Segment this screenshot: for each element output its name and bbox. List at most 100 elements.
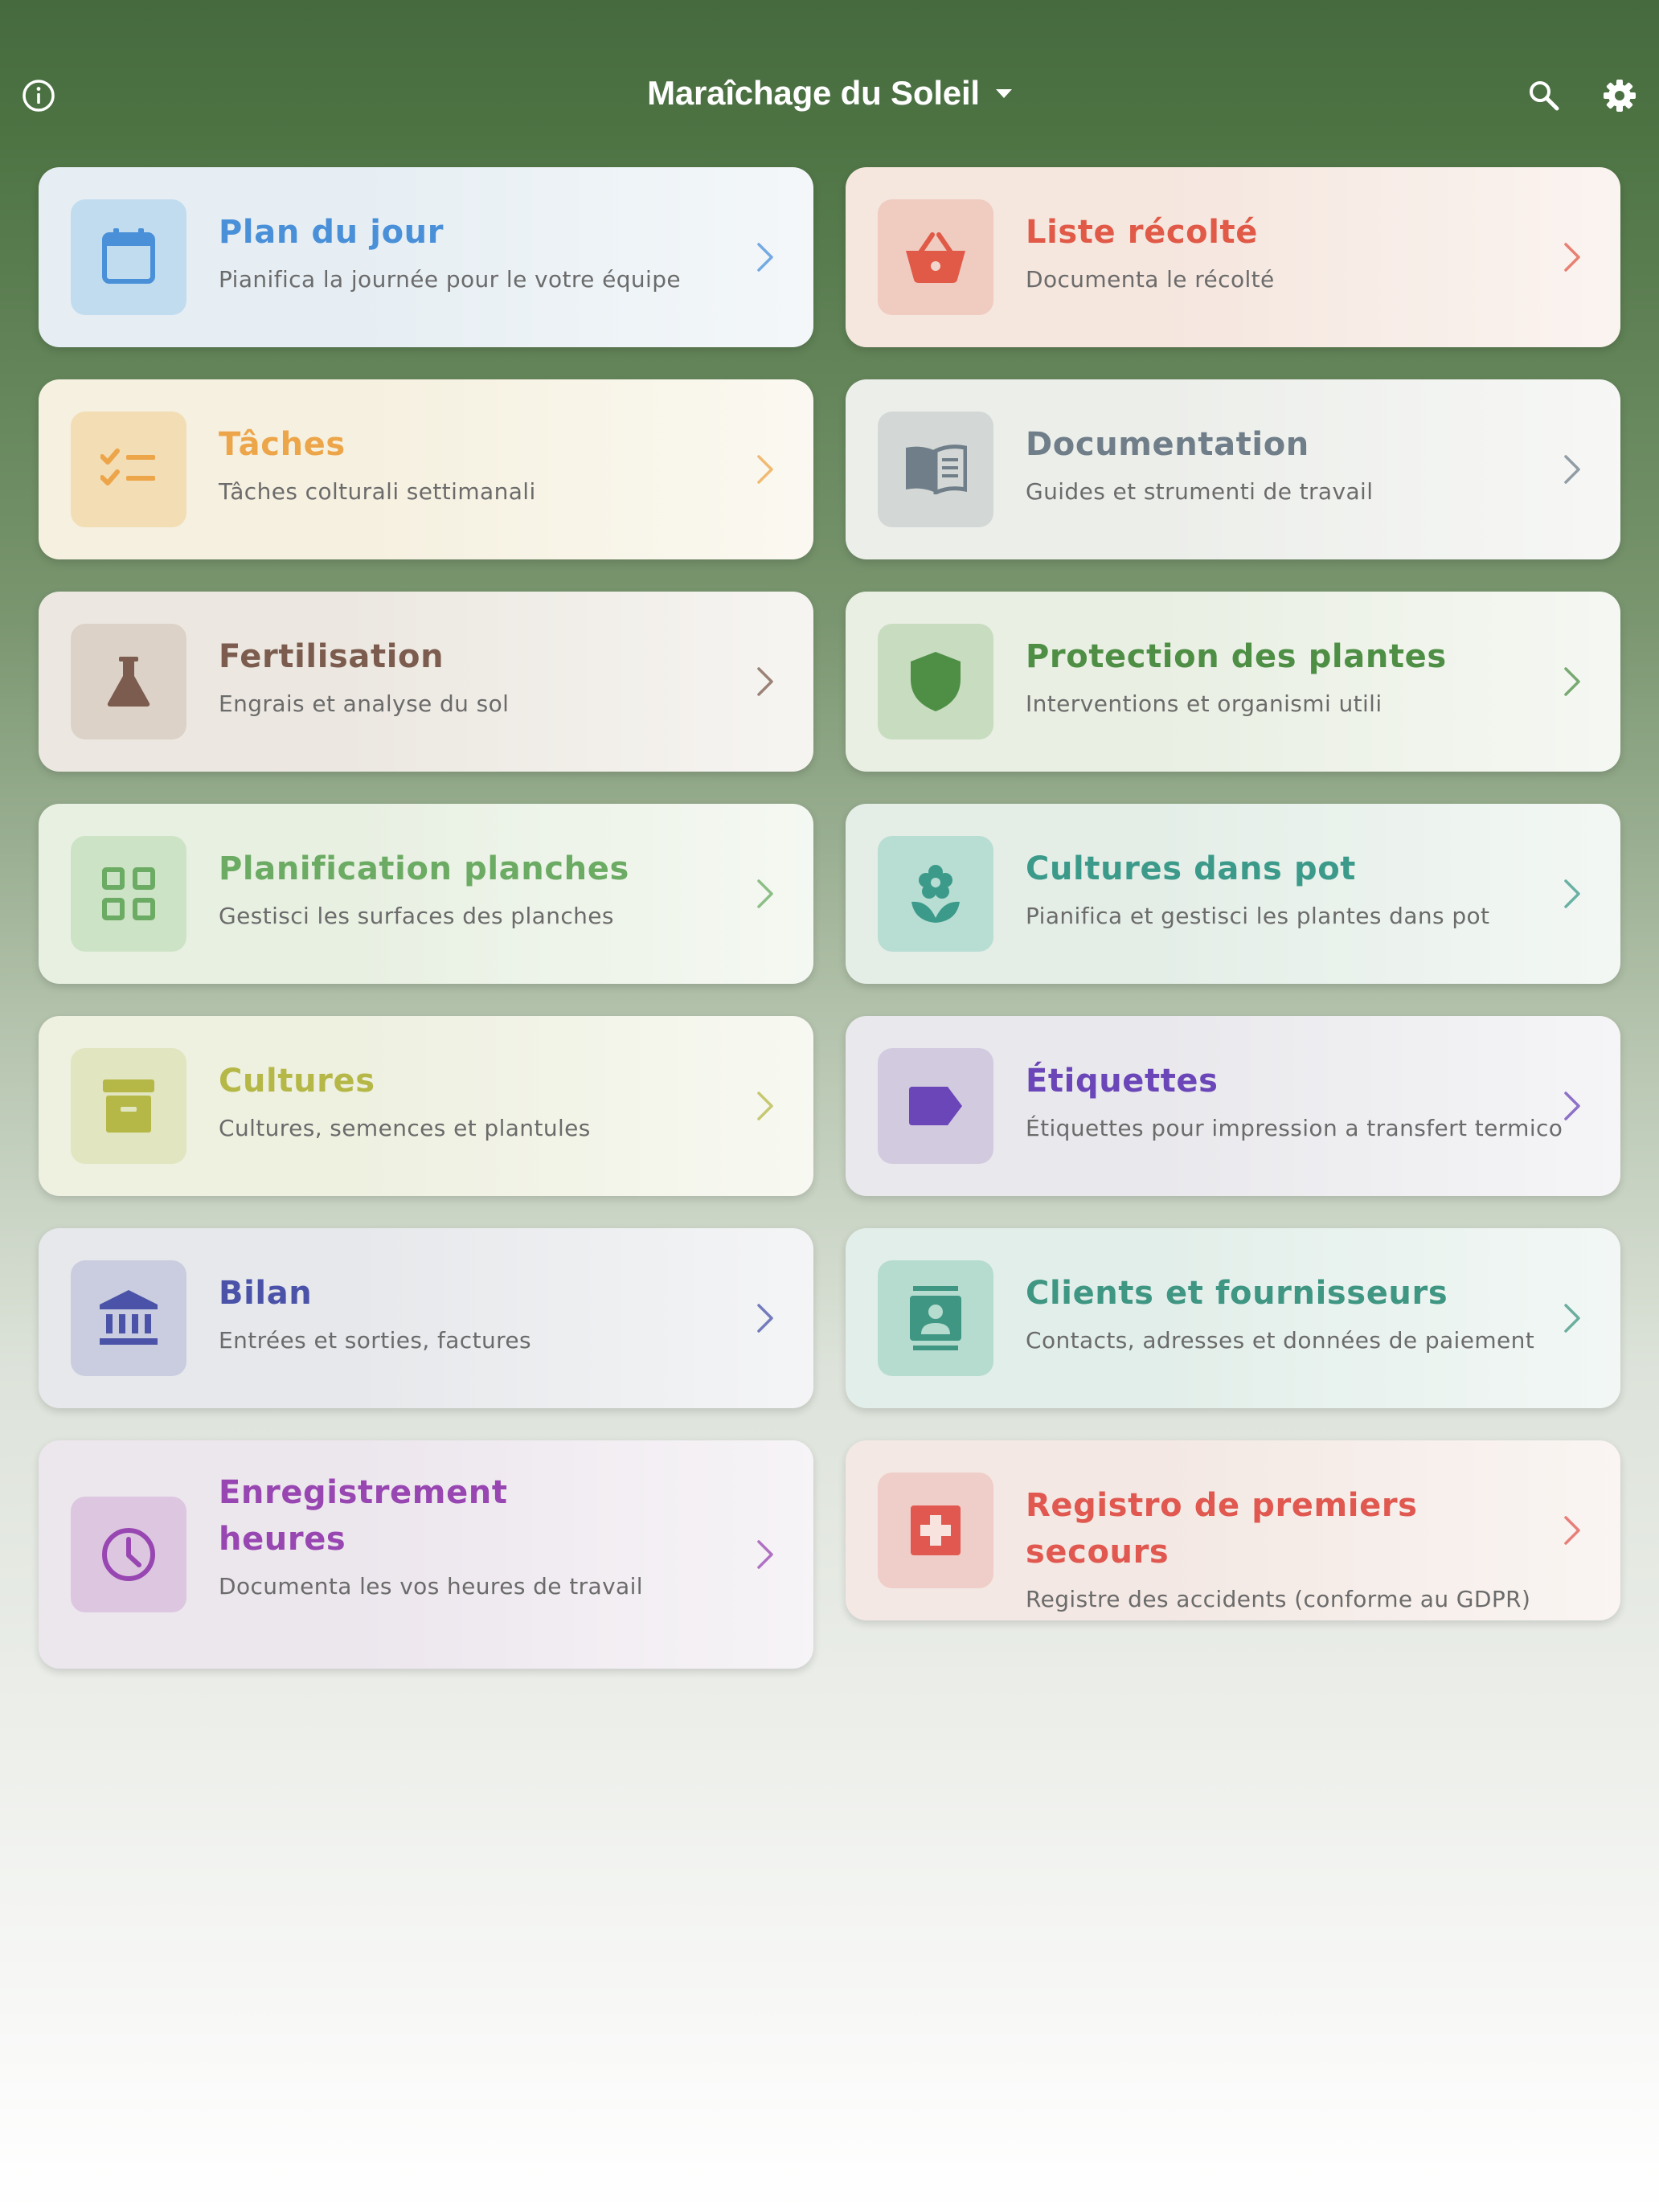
module-icon-tile — [71, 1260, 186, 1376]
module-title: Enregistrement heures — [219, 1474, 508, 1558]
module-text: Registro de premiers secours Registre des… — [1026, 1482, 1548, 1616]
module-subtitle: Pianifica et gestisci les plantes dans p… — [1026, 903, 1490, 929]
module-subtitle: Engrais et analyse du sol — [219, 690, 510, 717]
module-text: Liste récolté Documenta le récolté — [1026, 209, 1548, 296]
module-title: Protection des plantes — [1026, 638, 1447, 675]
module-card-grid[interactable]: Planification planches Gestisci les surfa… — [39, 804, 813, 984]
module-title: Tâches — [219, 426, 346, 463]
chevron-right-icon — [756, 878, 775, 910]
module-icon-tile — [71, 1497, 186, 1612]
module-subtitle: Cultures, semences et plantules — [219, 1115, 591, 1141]
app-header: Maraîchage du Soleil — [0, 0, 1659, 177]
module-subtitle: Entrées et sorties, factures — [219, 1327, 532, 1354]
module-icon-tile — [878, 412, 993, 527]
book-icon — [904, 444, 967, 494]
module-subtitle: Contacts, adresses et données de paiemen… — [1026, 1327, 1535, 1354]
module-title: Clients et fournisseurs — [1026, 1275, 1448, 1312]
module-icon-tile — [878, 624, 993, 739]
module-card-flask[interactable]: Fertilisation Engrais et analyse du sol — [39, 592, 813, 772]
module-subtitle: Interventions et organismi utili — [1026, 690, 1382, 717]
module-title: Fertilisation — [219, 638, 444, 675]
module-icon-tile — [71, 624, 186, 739]
module-icon-tile — [878, 1048, 993, 1164]
chevron-right-icon — [756, 1090, 775, 1122]
module-subtitle: Tâches colturali settimanali — [219, 478, 536, 505]
module-title: Étiquettes — [1026, 1063, 1219, 1100]
module-card-shield[interactable]: Protection des plantes Interventions et o… — [846, 592, 1620, 772]
module-icon-tile — [71, 1048, 186, 1164]
module-icon-tile — [878, 199, 993, 315]
chevron-right-icon — [756, 453, 775, 485]
module-text: Plan du jour Pianifica la journée pour le… — [219, 209, 741, 296]
module-text: Tâches Tâches colturali settimanali — [219, 421, 741, 508]
module-card-clock[interactable]: Enregistrement heures Documenta les vos h… — [39, 1440, 813, 1669]
chevron-right-icon — [1563, 241, 1582, 273]
first-aid-icon — [911, 1505, 961, 1555]
page-title: Maraîchage du Soleil — [647, 74, 980, 112]
module-subtitle: Registre des accidents (conforme au GDPR… — [1026, 1586, 1531, 1612]
module-subtitle: Documenta le récolté — [1026, 266, 1275, 293]
module-text: Cultures dans pot Pianifica et gestisci l… — [1026, 846, 1548, 932]
grid-icon — [102, 867, 155, 920]
module-icon-tile — [878, 1260, 993, 1376]
basket-icon — [904, 230, 967, 285]
chevron-right-icon — [1563, 666, 1582, 698]
chevron-right-icon — [1563, 878, 1582, 910]
module-icon-tile — [71, 836, 186, 952]
module-icon-tile — [71, 199, 186, 315]
chevron-right-icon — [1563, 453, 1582, 485]
module-text: Bilan Entrées et sorties, factures — [219, 1270, 741, 1357]
farm-selector[interactable]: Maraîchage du Soleil — [0, 74, 1659, 113]
gear-icon — [1604, 80, 1636, 112]
chevron-right-icon — [1563, 1302, 1582, 1334]
module-card-label[interactable]: Étiquettes Étiquettes pour impression a t… — [846, 1016, 1620, 1196]
chevron-right-icon — [1563, 1514, 1582, 1546]
module-title: Bilan — [219, 1275, 313, 1312]
settings-button[interactable] — [1600, 76, 1640, 116]
module-text: Protection des plantes Interventions et o… — [1026, 633, 1548, 720]
chevron-right-icon — [756, 1538, 775, 1571]
module-title: Planification planches — [219, 850, 629, 887]
chevron-right-icon — [756, 241, 775, 273]
search-button[interactable] — [1524, 76, 1564, 116]
module-text: Clients et fournisseurs Contacts, adresse… — [1026, 1270, 1548, 1357]
module-text: Fertilisation Engrais et analyse du sol — [219, 633, 741, 720]
clock-icon — [100, 1526, 157, 1583]
flask-icon — [106, 657, 151, 707]
module-text: Cultures Cultures, semences et plantules — [219, 1058, 741, 1145]
module-subtitle: Guides et strumenti de travail — [1026, 478, 1374, 505]
bank-icon — [100, 1290, 158, 1346]
search-icon — [1530, 81, 1559, 111]
chevron-right-icon — [756, 666, 775, 698]
module-subtitle: Gestisci les surfaces des planches — [219, 903, 614, 929]
module-icon-tile — [878, 836, 993, 952]
module-card-calendar[interactable]: Plan du jour Pianifica la journée pour le… — [39, 167, 813, 347]
calendar-icon — [100, 228, 157, 286]
caret-down-icon — [995, 88, 1012, 98]
module-card-bank[interactable]: Bilan Entrées et sorties, factures — [39, 1228, 813, 1408]
module-title: Registro de premiers secours — [1026, 1487, 1418, 1571]
module-text: Étiquettes Étiquettes pour impression a t… — [1026, 1058, 1563, 1145]
module-card-basket[interactable]: Liste récolté Documenta le récolté — [846, 167, 1620, 347]
module-card-flower[interactable]: Cultures dans pot Pianifica et gestisci l… — [846, 804, 1620, 984]
label-icon — [909, 1087, 962, 1125]
chevron-right-icon — [1563, 1090, 1582, 1122]
contact-book-icon — [910, 1286, 961, 1350]
module-icon-tile — [71, 412, 186, 527]
module-title: Cultures dans pot — [1026, 850, 1357, 887]
module-card-contact-book[interactable]: Clients et fournisseurs Contacts, adresse… — [846, 1228, 1620, 1408]
checklist-icon — [100, 447, 157, 492]
module-title: Cultures — [219, 1063, 375, 1100]
module-card-first-aid[interactable]: Registro de premiers secours Registre des… — [846, 1440, 1620, 1620]
module-card-checklist[interactable]: Tâches Tâches colturali settimanali — [39, 379, 813, 559]
module-title: Liste récolté — [1026, 214, 1258, 251]
module-title: Documentation — [1026, 426, 1309, 463]
flower-icon — [910, 865, 961, 923]
module-card-archive[interactable]: Cultures Cultures, semences et plantules — [39, 1016, 813, 1196]
module-icon-tile — [878, 1473, 993, 1588]
module-text: Planification planches Gestisci les surfa… — [219, 846, 741, 932]
shield-icon — [911, 652, 961, 711]
module-title: Plan du jour — [219, 214, 444, 251]
module-text: Documentation Guides et strumenti de trav… — [1026, 421, 1548, 508]
module-card-book[interactable]: Documentation Guides et strumenti de trav… — [846, 379, 1620, 559]
